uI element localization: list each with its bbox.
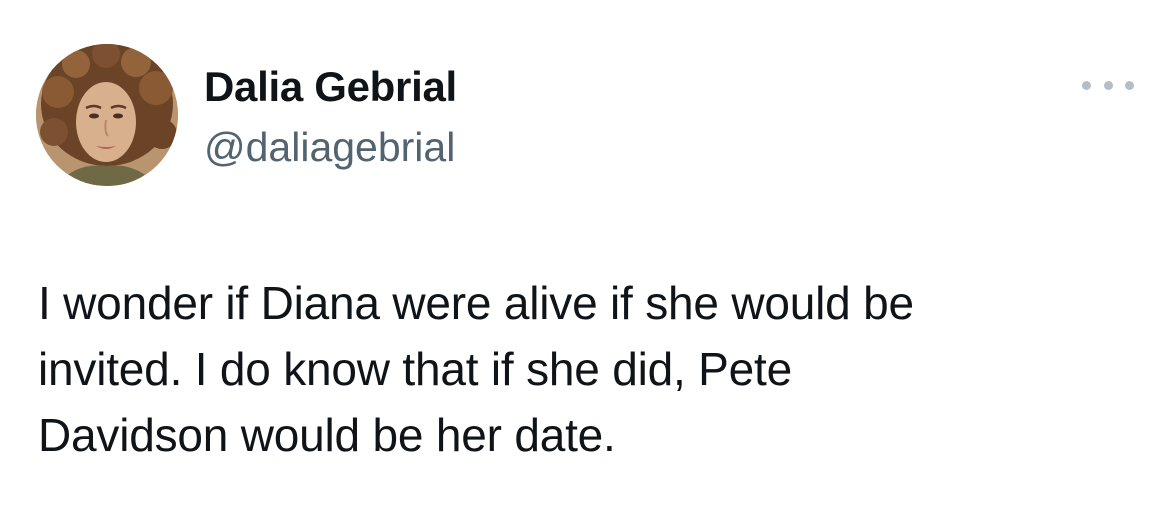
more-dot — [1125, 80, 1134, 90]
tweet-text: I wonder if Diana were alive if she woul… — [38, 270, 1138, 468]
more-dot — [1082, 80, 1091, 90]
tweet-text-line: Davidson would be her date. — [38, 409, 616, 461]
avatar-photo-icon — [36, 44, 178, 186]
tweet-text-line: invited. I do know that if she did, Pete — [38, 343, 793, 395]
more-options-icon[interactable] — [1082, 70, 1134, 100]
author-display-name[interactable]: Dalia Gebrial — [204, 62, 457, 112]
tweet-card: Dalia Gebrial @daliagebrial I wonder if … — [0, 0, 1170, 515]
more-dot — [1103, 80, 1113, 90]
author-handle[interactable]: @daliagebrial — [204, 122, 455, 172]
tweet-text-line: I wonder if Diana were alive if she woul… — [38, 277, 914, 329]
author-avatar[interactable] — [36, 44, 178, 186]
